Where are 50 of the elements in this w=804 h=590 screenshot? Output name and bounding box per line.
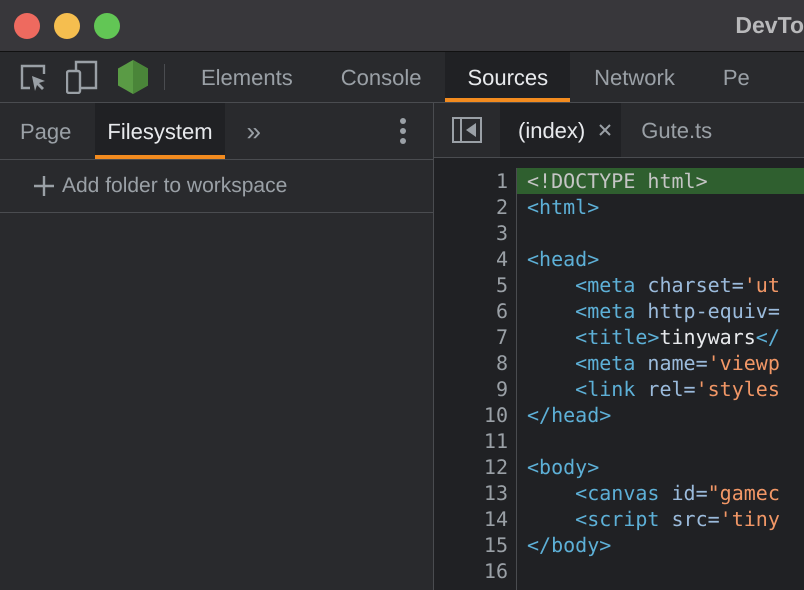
line-number: 14 — [484, 507, 508, 531]
file-tab[interactable]: (index) — [500, 103, 622, 157]
line-number: 5 — [496, 273, 508, 297]
device-toolbar-icon[interactable] — [66, 60, 98, 94]
inspect-element-icon[interactable] — [18, 62, 48, 92]
more-options-icon[interactable] — [399, 118, 407, 144]
line-number: 16 — [484, 559, 508, 583]
line-number: 12 — [484, 455, 508, 479]
plus-icon — [34, 176, 54, 196]
line-number: 15 — [484, 533, 508, 557]
line-number: 9 — [496, 377, 508, 401]
code-line: </body> — [526, 532, 612, 558]
code-line: <title>tinywars</ — [574, 324, 781, 350]
navigator-tab[interactable]: Page — [2, 103, 90, 159]
code-line: <link rel='styles — [574, 376, 781, 402]
minimize-window-button[interactable] — [54, 12, 80, 38]
line-number: 11 — [484, 429, 508, 453]
line-number: 2 — [496, 195, 508, 219]
window-title: DevTo — [735, 11, 804, 40]
line-number: 7 — [496, 325, 508, 349]
hexagon-icon[interactable] — [116, 59, 150, 95]
more-tabs-button[interactable]: » — [230, 103, 277, 159]
code-line: <meta http-equiv= — [574, 298, 781, 324]
close-window-button[interactable] — [14, 12, 40, 38]
navigator-tab[interactable]: Filesystem — [95, 103, 225, 159]
code-line: <canvas id="gamec — [574, 480, 781, 506]
toggle-navigator-icon[interactable] — [452, 117, 482, 143]
panel-tab[interactable]: Pe — [698, 52, 774, 102]
panel-tab[interactable]: Network — [570, 52, 699, 102]
line-number: 8 — [496, 351, 508, 375]
code-line: <meta charset='ut — [574, 272, 781, 298]
panel-tab[interactable]: Elements — [177, 52, 317, 102]
code-line: <body> — [526, 454, 600, 480]
panel-tab[interactable]: Sources — [445, 52, 570, 102]
line-number: 13 — [484, 481, 508, 505]
code-line: <meta name='viewp — [574, 350, 781, 376]
line-number: 1 — [496, 169, 508, 193]
panel-tab[interactable]: Console — [316, 52, 446, 102]
zoom-window-button[interactable] — [94, 12, 120, 38]
line-number: 10 — [484, 403, 508, 427]
code-line: </head> — [526, 402, 612, 428]
line-number: 3 — [496, 221, 508, 245]
code-line: <script src='tiny — [574, 506, 781, 532]
code-line: <html> — [526, 194, 600, 220]
close-icon[interactable] — [599, 124, 612, 136]
code-line: <head> — [526, 246, 600, 272]
line-number: 6 — [496, 299, 508, 323]
line-number: 4 — [496, 247, 508, 271]
file-tab[interactable]: Gute.ts — [621, 103, 732, 157]
add-folder-button[interactable]: Add folder to workspace — [0, 160, 433, 213]
